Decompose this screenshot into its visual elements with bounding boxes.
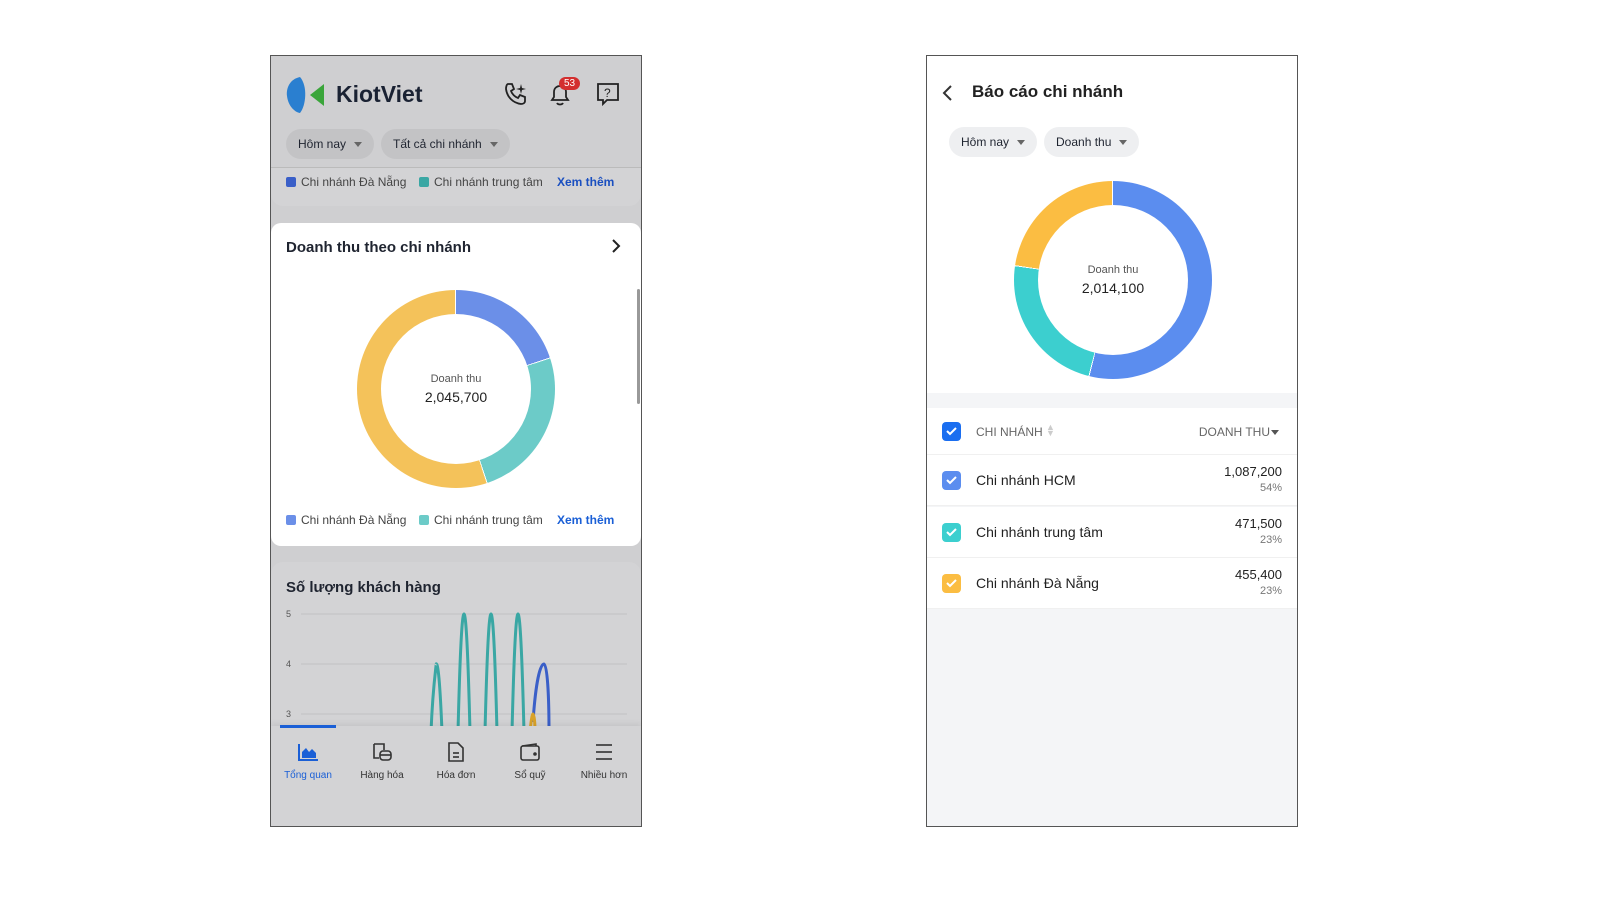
page-title: Báo cáo chi nhánh <box>972 82 1124 101</box>
period-filter-label: Hôm nay <box>298 137 347 151</box>
revenue-percent: 54% <box>1259 482 1282 494</box>
legend-swatch <box>286 515 296 525</box>
sort-desc-icon[interactable] <box>1271 430 1279 435</box>
nav-hoa-don[interactable]: Hóa đơn <box>419 742 493 781</box>
active-tab-indicator <box>280 725 336 728</box>
period-filter-label: Hôm nay <box>961 135 1010 149</box>
menu-icon <box>596 744 612 760</box>
branch-revenue: 1,087,200 54% <box>1224 464 1282 494</box>
brand-name: KiotViet <box>336 81 423 107</box>
nav-so-quy[interactable]: Sổ quỹ <box>493 742 567 781</box>
back-arrow-icon[interactable] <box>941 83 955 108</box>
donut-center-label: Doanh thu <box>430 373 482 385</box>
legend-label: Chi nhánh trung tâm <box>434 513 543 527</box>
donut-center: Doanh thu 2,014,100 <box>1038 205 1188 355</box>
home-screen: KiotViet 53 ? Hôm nay Tất cả chi nhánh C… <box>270 55 642 827</box>
metric-filter-label: Doanh thu <box>1056 135 1112 149</box>
branch-name: Chi nhánh Đà Nẵng <box>976 575 1099 591</box>
legend-swatch <box>286 177 296 187</box>
row-checkbox[interactable] <box>942 574 961 593</box>
branch-filter[interactable]: Tất cả chi nhánh <box>381 129 510 159</box>
select-all-checkbox[interactable] <box>942 422 961 441</box>
wallet-icon <box>520 743 540 761</box>
nav-label: Tổng quan <box>284 770 332 781</box>
donut-center-value: 2,045,700 <box>424 389 488 405</box>
chevron-right-icon[interactable] <box>609 237 623 260</box>
nav-nhieu-hon[interactable]: Nhiều hơn <box>567 742 641 781</box>
table-header: CHI NHÁNH ▲ ▼ DOANH THU <box>927 408 1297 455</box>
legend-label: Chi nhánh Đà Nẵng <box>301 513 407 527</box>
legend-swatch <box>419 177 429 187</box>
chevron-down-icon <box>354 141 363 147</box>
check-icon <box>946 427 957 436</box>
kiotviet-logo <box>286 76 326 114</box>
svg-text:?: ? <box>604 86 611 100</box>
table-row[interactable]: Chi nhánh trung tâm 471,500 23% <box>927 506 1297 558</box>
help-chat-icon[interactable]: ? <box>595 81 621 112</box>
donut-center: Doanh thu 2,045,700 <box>381 314 531 464</box>
table-row[interactable]: Chi nhánh Đà Nẵng 455,400 23% <box>927 558 1297 609</box>
chevron-down-icon <box>489 141 498 147</box>
revenue-percent: 23% <box>1259 585 1282 597</box>
branch-revenue: 471,500 23% <box>1235 516 1282 546</box>
row-checkbox[interactable] <box>942 522 961 542</box>
nav-label: Nhiều hơn <box>580 770 628 781</box>
period-filter[interactable]: Hôm nay <box>286 129 375 159</box>
revenue-value: 455,400 <box>1235 567 1282 582</box>
branch-name: Chi nhánh HCM <box>976 472 1076 488</box>
revenue-by-branch-card: Doanh thu theo chi nhánh Doanh thu 2,045,… <box>271 223 641 546</box>
see-more-link[interactable]: Xem thêm <box>557 513 614 527</box>
goods-icon <box>373 743 392 761</box>
check-icon <box>946 579 957 588</box>
revenue-value: 1,087,200 <box>1224 464 1282 479</box>
notification-badge: 53 <box>559 77 581 90</box>
branch-report-screen: Báo cáo chi nhánh Hôm nay Doanh thu Doan… <box>926 55 1298 827</box>
table-row[interactable]: Chi nhánh HCM 1,087,200 54% <box>927 455 1297 506</box>
phone-call-icon[interactable] <box>503 81 529 112</box>
nav-label: Sổ quỹ <box>514 770 546 781</box>
chevron-down-icon <box>1119 139 1128 145</box>
metric-filter[interactable]: Doanh thu <box>1044 127 1140 157</box>
revenue-percent: 23% <box>1259 533 1282 546</box>
nav-hang-hoa[interactable]: Hàng hóa <box>345 742 419 781</box>
nav-tong-quan[interactable]: Tổng quan <box>271 742 345 781</box>
legend-label: Chi nhánh Đà Nẵng <box>301 175 407 189</box>
column-header-revenue[interactable]: DOANH THU <box>1199 425 1270 439</box>
check-icon <box>946 527 957 536</box>
chevron-down-icon <box>1017 139 1026 145</box>
card-title: Doanh thu theo chi nhánh <box>286 239 471 256</box>
donut-center-label: Doanh thu <box>1087 264 1139 276</box>
branch-revenue: 455,400 23% <box>1235 567 1282 597</box>
see-more-link[interactable]: Xem thêm <box>557 175 614 189</box>
previous-card-footer: Chi nhánh Đà Nẵng Chi nhánh trung tâm Xe… <box>271 168 641 206</box>
revenue-value: 471,500 <box>1235 515 1282 531</box>
series-line-center <box>429 662 444 733</box>
column-header-branch[interactable]: CHI NHÁNH <box>976 425 1043 439</box>
donut-center-value: 2,014,100 <box>1081 280 1145 296</box>
legend-swatch <box>419 515 429 525</box>
scrollbar[interactable] <box>637 289 640 404</box>
check-icon <box>946 476 957 485</box>
row-checkbox[interactable] <box>942 471 961 490</box>
sort-icon[interactable]: ▲ ▼ <box>1046 423 1055 438</box>
chart-icon <box>298 744 318 761</box>
period-filter[interactable]: Hôm nay <box>949 127 1038 157</box>
invoice-icon <box>448 742 464 762</box>
branch-filter-label: Tất cả chi nhánh <box>393 137 482 151</box>
legend-label: Chi nhánh trung tâm <box>434 175 543 189</box>
nav-label: Hóa đơn <box>436 770 476 781</box>
nav-label: Hàng hóa <box>360 770 404 781</box>
branch-name: Chi nhánh trung tâm <box>976 523 1103 540</box>
